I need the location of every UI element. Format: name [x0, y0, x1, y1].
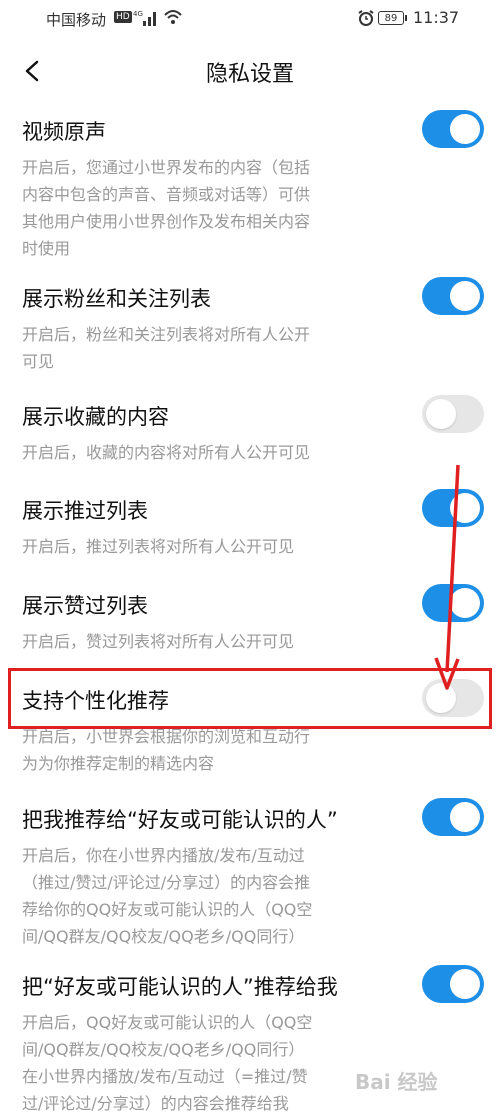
- description-line: 开启后，赞过列表将对所有人公开可见: [22, 632, 295, 651]
- toggle-knob: [450, 588, 480, 618]
- description-line: 间/QQ群友/QQ校友/QQ老乡/QQ同行）: [22, 1040, 305, 1059]
- description-line: 为为你推荐定制的精选内容: [22, 754, 215, 773]
- clock: 11:37: [413, 8, 460, 27]
- description-line: 开启后，粉丝和关注列表将对所有人公开: [22, 325, 311, 344]
- wifi-icon: [163, 8, 183, 30]
- svg-text:4G: 4G: [133, 10, 143, 18]
- description-line: 开启后，收藏的内容将对所有人公开可见: [22, 443, 311, 462]
- status-bar: 中国移动 HD 4G 89 11:37: [0, 0, 500, 40]
- description-line: 间/QQ群友/QQ校友/QQ老乡/QQ同行）: [22, 927, 305, 946]
- setting-label: 展示推过列表: [22, 499, 148, 523]
- page-title: 隐私设置: [205, 62, 294, 87]
- toggle-knob: [450, 802, 480, 832]
- description-line: 其他用户使用小世界创作及发布相关内容: [22, 212, 311, 231]
- setting-description: 开启后，推过列表将对所有人公开可见: [22, 533, 367, 560]
- description-line: 荐给你的QQ好友或可能认识的人（QQ空: [22, 900, 313, 919]
- setting-label: 展示粉丝和关注列表: [22, 287, 211, 311]
- description-line: 开启后，你在小世界内播放/发布/互动过: [22, 846, 305, 865]
- description-line: （推过/赞过/评论过/分享过）的内容会推: [22, 873, 311, 892]
- toggle-knob: [426, 399, 456, 429]
- signal-icon: 4G: [133, 9, 159, 31]
- toggle-knob: [450, 493, 480, 523]
- favorites-toggle[interactable]: [422, 395, 484, 433]
- pushed-list-toggle[interactable]: [422, 489, 484, 527]
- description-line: 开启后，推过列表将对所有人公开可见: [22, 537, 295, 556]
- description-line: 开启后，您通过小世界发布的内容（包括: [22, 158, 311, 177]
- description-line: 可见: [22, 352, 55, 371]
- setting-description: 开启后，QQ好友或可能认识的人（QQ空 间/QQ群友/QQ校友/QQ老乡/QQ同…: [22, 1009, 367, 1117]
- toggle-knob: [450, 114, 480, 144]
- battery-icon: 89: [378, 11, 407, 25]
- carrier-name: 中国移动: [46, 11, 107, 29]
- hd-badge: HD: [114, 11, 132, 23]
- video-audio-toggle[interactable]: [422, 110, 484, 148]
- description-line: 内容中包含的声音、音频或对话等）可供: [22, 185, 311, 204]
- header: 隐私设置: [0, 40, 500, 102]
- setting-label: 展示赞过列表: [22, 594, 148, 618]
- description-line: 在小世界内播放/发布/互动过（=推过/赞: [22, 1067, 308, 1086]
- recommend-me-toggle[interactable]: [422, 798, 484, 836]
- setting-description: 开启后，您通过小世界发布的内容（包括 内容中包含的声音、音频或对话等）可供 其他…: [22, 154, 367, 262]
- description-line: 过/评论过/分享过）的内容会推荐给我: [22, 1094, 289, 1113]
- setting-description: 开启后，粉丝和关注列表将对所有人公开 可见: [22, 321, 367, 375]
- battery-level: 89: [384, 13, 398, 24]
- toggle-knob: [450, 969, 480, 999]
- setting-description: 开启后，你在小世界内播放/发布/互动过 （推过/赞过/评论过/分享过）的内容会推…: [22, 842, 367, 950]
- liked-list-toggle[interactable]: [422, 584, 484, 622]
- toggle-knob: [450, 281, 480, 311]
- setting-label: 展示收藏的内容: [22, 405, 169, 429]
- annotation-highlight-box: [8, 668, 492, 729]
- setting-label: 把我推荐给“好友或可能认识的人”: [22, 808, 338, 832]
- watermark: Bai 经验: [355, 1070, 438, 1094]
- setting-label: 视频原声: [22, 120, 106, 144]
- setting-label: 把“好友或可能认识的人”推荐给我: [22, 975, 338, 999]
- setting-description: 开启后，收藏的内容将对所有人公开可见: [22, 439, 367, 466]
- description-line: 时使用: [22, 239, 71, 258]
- recommend-friends-toggle[interactable]: [422, 965, 484, 1003]
- description-line: 开启后，QQ好友或可能认识的人（QQ空: [22, 1013, 313, 1032]
- setting-description: 开启后，小世界会根据你的浏览和互动行 为为你推荐定制的精选内容: [22, 723, 367, 777]
- setting-description: 开启后，赞过列表将对所有人公开可见: [22, 628, 367, 655]
- fans-follow-toggle[interactable]: [422, 277, 484, 315]
- alarm-icon: [357, 9, 375, 31]
